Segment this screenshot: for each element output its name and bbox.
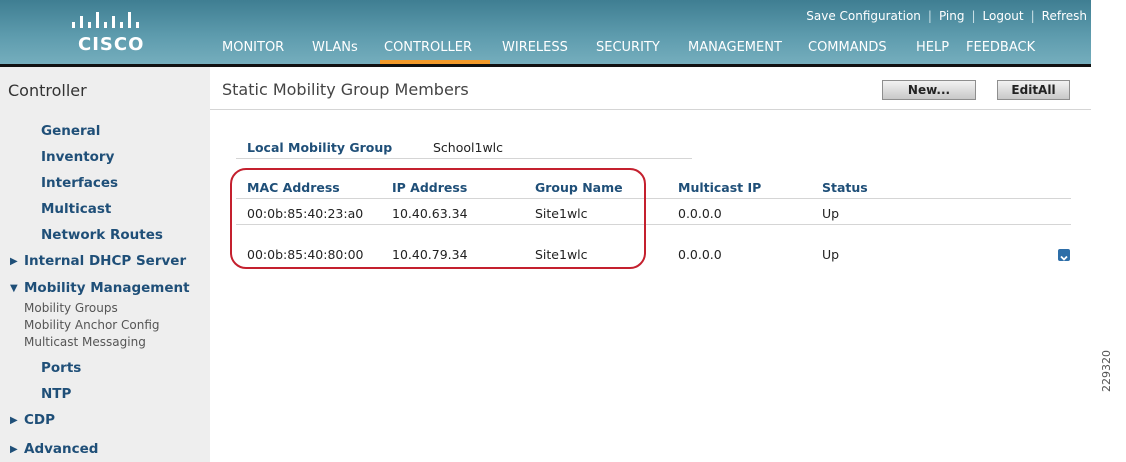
nav-security[interactable]: SECURITY: [596, 40, 660, 55]
column-header-multicast-ip: Multicast IP: [678, 180, 762, 195]
separator: |: [1030, 9, 1035, 23]
row-dropdown-icon[interactable]: [1058, 249, 1070, 261]
sidebar-item-general[interactable]: General: [41, 123, 100, 139]
sidebar-item-internal-dhcp-server[interactable]: Internal DHCP Server: [24, 253, 186, 269]
refresh-link[interactable]: Refresh: [1042, 9, 1087, 23]
utility-links: Save Configuration | Ping | Logout | Refresh: [806, 9, 1087, 23]
page-title: Static Mobility Group Members: [222, 80, 469, 99]
sidebar-title: Controller: [8, 81, 87, 100]
separator: |: [971, 9, 976, 23]
save-configuration-link[interactable]: Save Configuration: [806, 9, 921, 23]
separator: |: [927, 9, 932, 23]
local-mobility-group-label: Local Mobility Group: [247, 140, 393, 155]
nav-monitor[interactable]: MONITOR: [222, 40, 284, 55]
sidebar-item-ntp[interactable]: NTP: [41, 386, 71, 402]
sidebar: Controller General Inventory Interfaces …: [0, 67, 210, 462]
cisco-logo: CISCO: [66, 10, 156, 56]
chevron-down-icon: [1060, 255, 1068, 261]
divider: [210, 109, 1091, 110]
nav-controller[interactable]: CONTROLLER: [384, 40, 472, 55]
nav-help[interactable]: HELP: [916, 40, 949, 55]
nav-wlans[interactable]: WLANs: [312, 40, 358, 55]
column-header-status: Status: [822, 180, 868, 195]
nav-feedback[interactable]: FEEDBACK: [966, 40, 1035, 55]
sidebar-subitem-mobility-groups[interactable]: Mobility Groups: [24, 301, 118, 315]
cell-status: Up: [822, 206, 840, 221]
sidebar-subitem-multicast-messaging[interactable]: Multicast Messaging: [24, 335, 146, 349]
expand-arrow-icon[interactable]: ▶: [10, 415, 18, 426]
top-header: CISCO Save Configuration | Ping | Logout | Ref…: [0, 0, 1091, 64]
sidebar-item-mobility-management[interactable]: Mobility Management: [24, 280, 190, 296]
cell-status: Up: [822, 247, 840, 262]
sidebar-item-inventory[interactable]: Inventory: [41, 149, 114, 165]
logout-link[interactable]: Logout: [983, 9, 1024, 23]
collapse-arrow-icon[interactable]: ▼: [10, 283, 18, 294]
cisco-bars-icon: [72, 12, 139, 28]
ping-link[interactable]: Ping: [939, 9, 965, 23]
nav-wireless[interactable]: WIRELESS: [502, 40, 568, 55]
divider: [236, 158, 692, 159]
sidebar-item-network-routes[interactable]: Network Routes: [41, 227, 163, 243]
figure-id: 229320: [1100, 350, 1113, 392]
expand-arrow-icon[interactable]: ▶: [10, 256, 18, 267]
sidebar-item-interfaces[interactable]: Interfaces: [41, 175, 118, 191]
edit-all-button[interactable]: EditAll: [997, 80, 1070, 100]
sidebar-item-advanced[interactable]: Advanced: [24, 441, 98, 457]
nav-management[interactable]: MANAGEMENT: [688, 40, 782, 55]
sidebar-item-cdp[interactable]: CDP: [24, 412, 55, 428]
highlight-ring: [230, 168, 646, 269]
nav-commands[interactable]: COMMANDS: [808, 40, 887, 55]
cell-multicast-ip: 0.0.0.0: [678, 247, 722, 262]
local-mobility-group-value: School1wlc: [433, 140, 504, 155]
expand-arrow-icon[interactable]: ▶: [10, 444, 18, 455]
brand-name: CISCO: [78, 34, 145, 55]
new-button[interactable]: New...: [882, 80, 976, 100]
sidebar-item-ports[interactable]: Ports: [41, 360, 81, 376]
cell-multicast-ip: 0.0.0.0: [678, 206, 722, 221]
sidebar-item-multicast[interactable]: Multicast: [41, 201, 111, 217]
sidebar-subitem-mobility-anchor-config[interactable]: Mobility Anchor Config: [24, 318, 160, 332]
